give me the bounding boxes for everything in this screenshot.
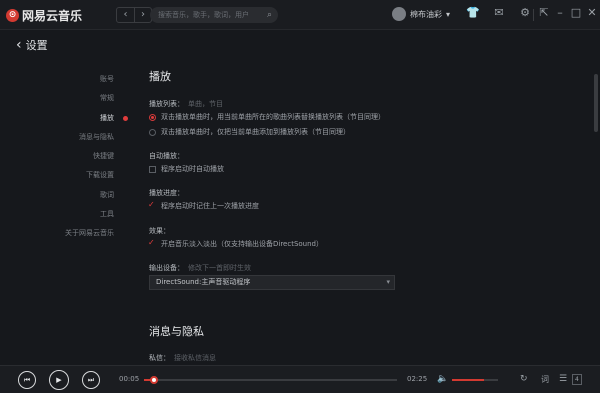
skin-icon[interactable]: 👕: [464, 6, 482, 19]
close-icon[interactable]: ✕: [586, 6, 598, 19]
playlist-option-replace[interactable]: 双击播放单曲时，用当前单曲所在的歌曲列表替换播放列表（节目同理）: [149, 112, 385, 122]
app-name: 网易云音乐: [22, 9, 83, 23]
sidebar-item-4[interactable]: 快捷键: [40, 147, 130, 166]
settings-content: 播放 播放列表： 单曲，节目 双击播放单曲时，用当前单曲所在的歌曲列表替换播放列表…: [145, 60, 585, 365]
player-bar: ⏮ ▶ ⏭ 00:05 02:25 🔈 ↻ 词 ☰ 4: [0, 365, 600, 393]
settings-nav: 账号 常规 播放 消息与隐私 快捷键 下载设置 歌词 工具 关于网易云音乐: [40, 70, 130, 244]
settings-back-button[interactable]: ‹ 设置: [16, 37, 48, 53]
playlist-count-badge: 4: [572, 374, 582, 385]
output-device-label: 输出设备： 修改下一首即时生效: [149, 264, 251, 272]
fade-checkbox[interactable]: 开启音乐淡入淡出（仅支持输出设备DirectSound）: [148, 238, 323, 249]
lyric-icon[interactable]: 词: [541, 374, 549, 385]
progress-bar[interactable]: [144, 376, 397, 384]
forward-arrow-icon[interactable]: ›: [134, 8, 151, 22]
checkmark-icon[interactable]: [148, 238, 156, 248]
netease-logo-icon: ⊙: [6, 9, 19, 22]
remember-progress-checkbox[interactable]: 程序启动时记住上一次播放进度: [148, 200, 259, 211]
minimize-icon[interactable]: –: [554, 6, 566, 19]
scrollbar[interactable]: [594, 74, 598, 132]
chevron-down-icon[interactable]: ▾: [386, 276, 390, 289]
next-track-icon[interactable]: ⏭: [82, 371, 100, 389]
search-input[interactable]: 搜索音乐，歌手，歌词，用户 ⌕: [150, 7, 278, 23]
volume-icon[interactable]: 🔈: [437, 374, 448, 384]
play-mode-icon[interactable]: ↻: [520, 374, 528, 384]
divider: [533, 9, 534, 21]
autoplay-checkbox[interactable]: 程序启动时自动播放: [149, 164, 224, 174]
settings-header: ‹ 设置: [0, 30, 600, 60]
gear-icon[interactable]: ⚙: [516, 6, 534, 19]
private-message-label: 私信： 接收私信消息: [149, 354, 216, 362]
volume-slider[interactable]: [452, 379, 498, 381]
checkbox-unchecked[interactable]: [149, 165, 156, 173]
avatar[interactable]: [392, 7, 406, 21]
mail-icon[interactable]: ✉: [490, 6, 508, 19]
mini-mode-icon[interactable]: ⇱: [538, 6, 550, 19]
search-placeholder: 搜索音乐，歌手，歌词，用户: [158, 11, 249, 19]
page-title: 设置: [25, 39, 48, 52]
maximize-icon[interactable]: □: [570, 6, 582, 19]
checkmark-icon[interactable]: [148, 200, 156, 210]
output-device-select[interactable]: DirectSound:主声音驱动程序 ▾: [149, 275, 395, 290]
sidebar-item-1[interactable]: 常规: [40, 89, 130, 108]
effect-label: 效果：: [149, 227, 170, 235]
app-logo[interactable]: ⊙ 网易云音乐: [6, 7, 82, 24]
playlist-label: 播放列表： 单曲，节目: [149, 100, 223, 108]
playlist-option-append[interactable]: 双击播放单曲时，仅把当前单曲添加到播放列表（节目同理）: [149, 127, 350, 137]
user-menu[interactable]: 棉布油彩 ▾: [392, 7, 450, 21]
current-time: 00:05: [119, 375, 140, 383]
volume-fill: [452, 379, 485, 381]
total-time: 02:25: [407, 375, 428, 383]
progress-label: 播放进度：: [149, 189, 184, 197]
radio-unselected[interactable]: [149, 128, 156, 136]
progress-knob[interactable]: [150, 376, 159, 384]
radio-selected[interactable]: [149, 113, 156, 121]
sidebar-item-6[interactable]: 歌词: [40, 186, 130, 205]
title-bar: ⊙ 网易云音乐 ‹ › 搜索音乐，歌手，歌词，用户 ⌕ 棉布油彩 ▾ 👕 ✉ ⚙…: [0, 0, 600, 30]
search-icon[interactable]: ⌕: [267, 7, 272, 23]
section-title-privacy: 消息与隐私: [149, 325, 204, 338]
sidebar-item-8[interactable]: 关于网易云音乐: [40, 224, 130, 243]
sidebar-item-3[interactable]: 消息与隐私: [40, 128, 130, 147]
titlebar-tools: 👕 ✉ ⚙: [464, 6, 534, 19]
section-title-play: 播放: [149, 70, 171, 83]
sidebar-item-0[interactable]: 账号: [40, 70, 130, 89]
chevron-down-icon[interactable]: ▾: [446, 10, 450, 19]
window-controls: ⇱ – □ ✕: [538, 6, 598, 19]
playlist-icon[interactable]: ☰: [559, 374, 567, 384]
sidebar-item-5[interactable]: 下载设置: [40, 166, 130, 185]
chevron-left-icon[interactable]: ‹: [16, 38, 22, 52]
previous-track-icon[interactable]: ⏮: [18, 371, 36, 389]
back-arrow-icon[interactable]: ‹: [117, 8, 134, 22]
sidebar-item-7[interactable]: 工具: [40, 205, 130, 224]
autoplay-label: 自动播放：: [149, 152, 184, 160]
play-icon[interactable]: ▶: [49, 370, 69, 390]
history-nav: ‹ ›: [116, 7, 152, 23]
username[interactable]: 棉布油彩: [410, 9, 442, 20]
sidebar-item-2[interactable]: 播放: [40, 109, 130, 128]
